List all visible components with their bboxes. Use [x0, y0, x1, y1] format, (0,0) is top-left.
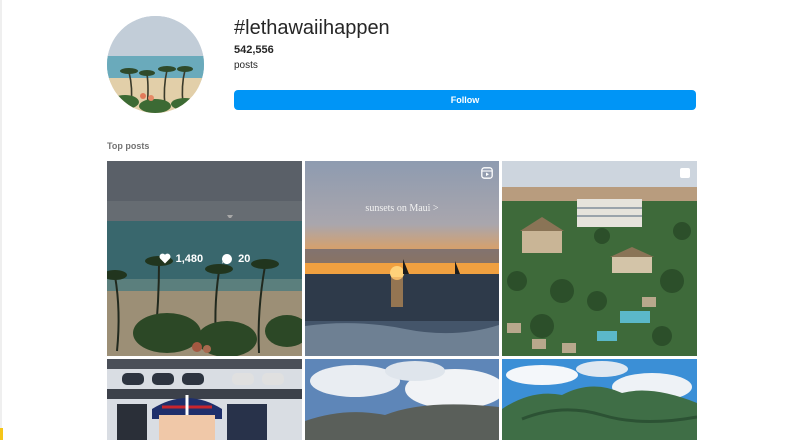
carousel-icon: [680, 168, 690, 178]
hover-overlay: 1,480 20: [107, 161, 302, 356]
post-tile[interactable]: [502, 161, 697, 356]
post-count-label: posts: [234, 60, 258, 71]
post-tile[interactable]: sunsets on Maui >: [305, 161, 499, 356]
comment-icon: [222, 253, 233, 264]
likes-count: 1,480: [175, 252, 204, 265]
post-tile[interactable]: [502, 359, 697, 440]
posts-grid: 1,480 20 sunsets on Maui >: [107, 161, 697, 440]
edge-marker: [0, 428, 3, 440]
comments-stat: 20: [221, 253, 250, 265]
follow-button[interactable]: Follow: [234, 90, 696, 110]
hashtag-title: #lethawaiihappen: [234, 17, 390, 39]
likes-stat: 1,480: [159, 252, 204, 265]
top-posts-heading: Top posts: [107, 141, 150, 151]
post-tile[interactable]: 1,480 20: [107, 161, 302, 356]
heart-icon: [159, 253, 171, 264]
reel-icon: [481, 167, 493, 179]
hashtag-avatar: [107, 16, 204, 113]
post-tile[interactable]: [107, 359, 302, 440]
post-tile[interactable]: [305, 359, 499, 440]
post-caption: sunsets on Maui >: [365, 203, 439, 214]
comments-count: 20: [238, 252, 251, 265]
post-count: 542,556: [234, 44, 274, 56]
page-edge: [0, 0, 2, 440]
